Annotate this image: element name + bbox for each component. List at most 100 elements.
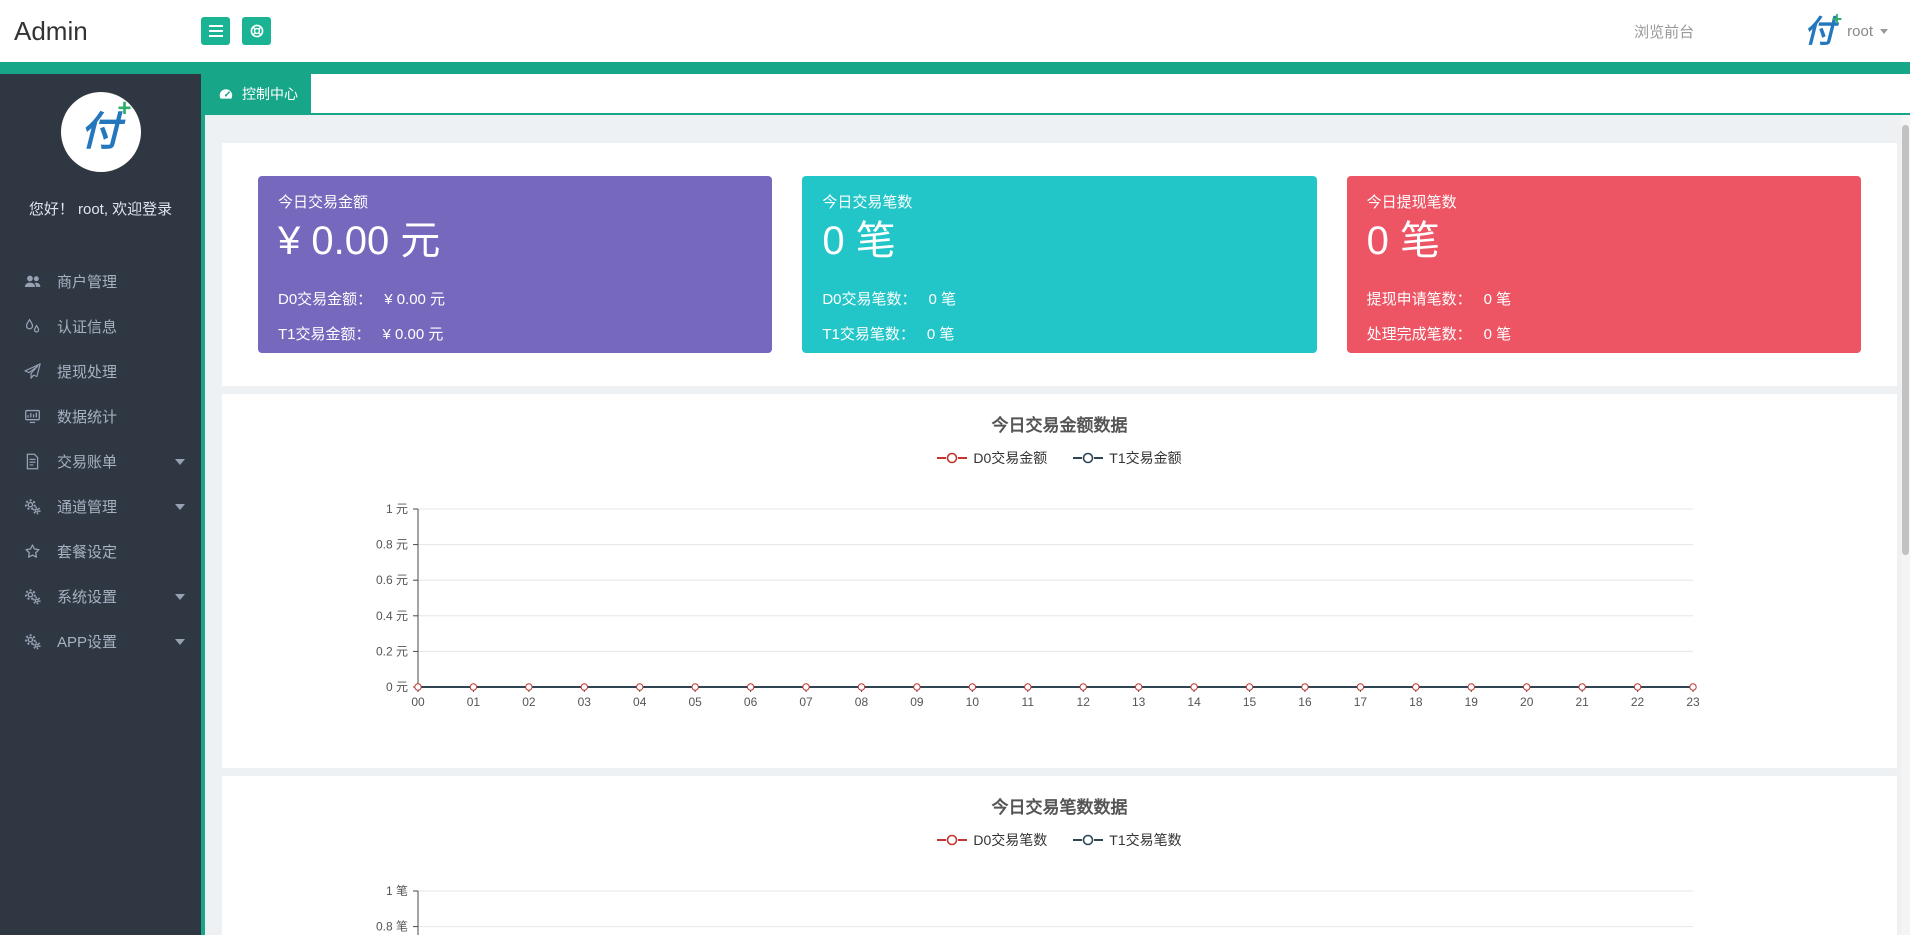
user-logo[interactable]: 付 + xyxy=(1804,10,1842,47)
sidebar-item-data-statistics[interactable]: 数据统计 xyxy=(0,394,201,439)
card-value: ¥ 0.00 元 xyxy=(278,219,441,263)
card-line: D0交易金额： ¥ 0.00 元 xyxy=(278,288,752,309)
sidebar-item-label: 通道管理 xyxy=(57,499,118,516)
top-header: Admin 浏览前台 付 + root xyxy=(0,0,1910,62)
chart-panel-amount: 今日交易金额数据 D0交易金额 T1交易金额 1 元 0.8 元 0.6 元 0.4 元… xyxy=(222,394,1897,768)
card-line: T1交易笔数： 0 笔 xyxy=(822,323,1296,344)
svg-text:12: 12 xyxy=(1077,695,1091,709)
svg-text:15: 15 xyxy=(1243,695,1257,709)
card-line-label: D0交易金额： xyxy=(278,291,373,308)
user-menu[interactable]: root xyxy=(1847,23,1888,40)
card-line-label: D0交易笔数： xyxy=(822,291,917,308)
sidebar-item-auth-info[interactable]: 认证信息 xyxy=(0,304,201,349)
legend-item[interactable]: D0交易笔数 xyxy=(937,830,1047,850)
card-line-value: 0 笔 xyxy=(1483,291,1512,308)
svg-text:08: 08 xyxy=(855,695,869,709)
svg-text:19: 19 xyxy=(1465,695,1479,709)
sidebar-item-transaction-bills[interactable]: 交易账单 xyxy=(0,439,201,484)
card-line-label: 提现申请笔数： xyxy=(1366,291,1472,308)
card-line: T1交易金额： ¥ 0.00 元 xyxy=(278,323,752,344)
svg-text:0.8 笔: 0.8 笔 xyxy=(376,919,408,934)
sidebar: 付 + 您好！ root, 欢迎登录 商户管理 认证信息 提现处理 数据统计 交易账单通… xyxy=(0,74,201,935)
chart-legend: D0交易金额 T1交易金额 xyxy=(222,448,1897,468)
card-value: 0 笔 xyxy=(822,219,896,263)
legend-label: T1交易笔数 xyxy=(1109,832,1182,848)
chart-canvas: 1 笔0.8 笔0.6 笔0.4 笔0.2 笔0 笔00010203040506… xyxy=(376,883,1693,935)
username-label: root xyxy=(1847,22,1873,40)
admin-dashboard: { "header": { "brand": "Admin", "browse_… xyxy=(0,0,1910,935)
life-ring-icon xyxy=(249,23,265,39)
stat-cards-panel: 今日交易金额 ¥ 0.00 元 D0交易金额： ¥ 0.00 元 T1交易金额： ¥ 0.… xyxy=(222,143,1897,386)
chevron-down-icon xyxy=(175,458,185,465)
star-icon xyxy=(24,543,44,560)
svg-text:16: 16 xyxy=(1298,695,1312,709)
header-divider xyxy=(0,62,1910,74)
scrollbar-track xyxy=(1901,115,1910,935)
sidebar-item-system-settings[interactable]: 系统设置 xyxy=(0,574,201,619)
browse-front-link[interactable]: 浏览前台 xyxy=(1634,21,1694,42)
sidebar-item-label: 提现处理 xyxy=(57,364,118,381)
svg-text:0 元: 0 元 xyxy=(386,680,408,694)
legend-item[interactable]: D0交易金额 xyxy=(937,448,1047,468)
svg-text:0.4 元: 0.4 元 xyxy=(376,609,408,623)
paper-plane-icon xyxy=(24,363,44,380)
sidebar-toggle-button[interactable] xyxy=(201,17,230,45)
legend-marker-icon xyxy=(1073,834,1104,846)
sidebar-item-app-settings[interactable]: APP设置 xyxy=(0,619,201,664)
svg-text:0.8 元: 0.8 元 xyxy=(376,538,408,552)
svg-text:21: 21 xyxy=(1575,695,1589,709)
header-right: 浏览前台 付 + root xyxy=(1634,10,1910,47)
legend-item[interactable]: T1交易金额 xyxy=(1073,448,1182,468)
card-line-label: T1交易金额： xyxy=(278,326,371,343)
legend-item[interactable]: T1交易笔数 xyxy=(1073,830,1182,850)
main-area: 控制中心 今日交易金额 ¥ 0.00 元 D0交易金额： ¥ 0.00 元 T1交易金额… xyxy=(201,74,1910,935)
sidebar-item-package-settings[interactable]: 套餐设定 xyxy=(0,529,201,574)
card-line-value: ¥ 0.00 元 xyxy=(382,326,444,343)
stat-card-today-count: 今日交易笔数 0 笔 D0交易笔数： 0 笔 T1交易笔数： 0 笔 xyxy=(802,176,1317,353)
brand-logo[interactable]: Admin xyxy=(0,16,201,47)
svg-text:14: 14 xyxy=(1187,695,1201,709)
card-line-value: 0 笔 xyxy=(1483,326,1512,343)
stats-icon xyxy=(24,408,44,425)
legend-marker-icon xyxy=(1073,452,1104,464)
drops-icon xyxy=(24,318,44,335)
card-line-value: 0 笔 xyxy=(928,291,957,308)
card-title: 今日交易笔数 xyxy=(822,194,913,211)
tab-bar: 控制中心 xyxy=(205,74,1910,115)
sidebar-nav: 商户管理 认证信息提现处理数据统计 交易账单通道管理套餐设定系统设置 APP设置 xyxy=(0,259,201,664)
legend-label: D0交易笔数 xyxy=(973,832,1048,848)
chart-title: 今日交易金额数据 xyxy=(991,416,1128,435)
cogs-icon xyxy=(24,588,44,605)
users-icon xyxy=(24,273,44,290)
chevron-down-icon xyxy=(1880,28,1888,34)
sidebar-item-label: 套餐设定 xyxy=(57,544,118,561)
chevron-down-icon xyxy=(175,503,185,510)
card-line-value: ¥ 0.00 元 xyxy=(384,291,446,308)
chevron-down-icon xyxy=(175,638,185,645)
content: 今日交易金额 ¥ 0.00 元 D0交易金额： ¥ 0.00 元 T1交易金额： ¥ 0.… xyxy=(205,117,1910,935)
legend-label: D0交易金额 xyxy=(973,450,1048,466)
tab-control-center[interactable]: 控制中心 xyxy=(205,74,311,113)
legend-marker-icon xyxy=(937,452,968,464)
svg-text:02: 02 xyxy=(522,695,536,709)
file-text-icon xyxy=(24,453,44,470)
chart-canvas: 1 元 0.8 元 0.6 元 0.4 元 0.2 元 0 元00 01 02 03 04 05 06… xyxy=(376,502,1700,709)
sidebar-item-label: APP设置 xyxy=(57,634,118,651)
svg-text:18: 18 xyxy=(1409,695,1423,709)
svg-text:04: 04 xyxy=(633,695,647,709)
svg-text:20: 20 xyxy=(1520,695,1534,709)
sidebar-item-merchant-management[interactable]: 商户管理 xyxy=(0,259,201,304)
sidebar-item-withdraw-processing[interactable]: 提现处理 xyxy=(0,349,201,394)
svg-text:03: 03 xyxy=(578,695,592,709)
svg-text:1 元: 1 元 xyxy=(386,502,408,516)
scrollbar-thumb[interactable] xyxy=(1902,125,1909,555)
sidebar-item-channel-management[interactable]: 通道管理 xyxy=(0,484,201,529)
chart-title: 今日交易笔数数据 xyxy=(991,798,1128,817)
svg-text:13: 13 xyxy=(1132,695,1146,709)
fullscreen-button[interactable] xyxy=(242,17,271,45)
hamburger-icon xyxy=(208,25,223,37)
svg-text:07: 07 xyxy=(799,695,813,709)
card-title: 今日交易金额 xyxy=(278,194,369,211)
svg-text:05: 05 xyxy=(688,695,702,709)
chart-panel-count: 今日交易笔数数据 D0交易笔数 T1交易笔数 1 笔0.8 笔0.6 笔0.4 笔… xyxy=(222,776,1897,935)
